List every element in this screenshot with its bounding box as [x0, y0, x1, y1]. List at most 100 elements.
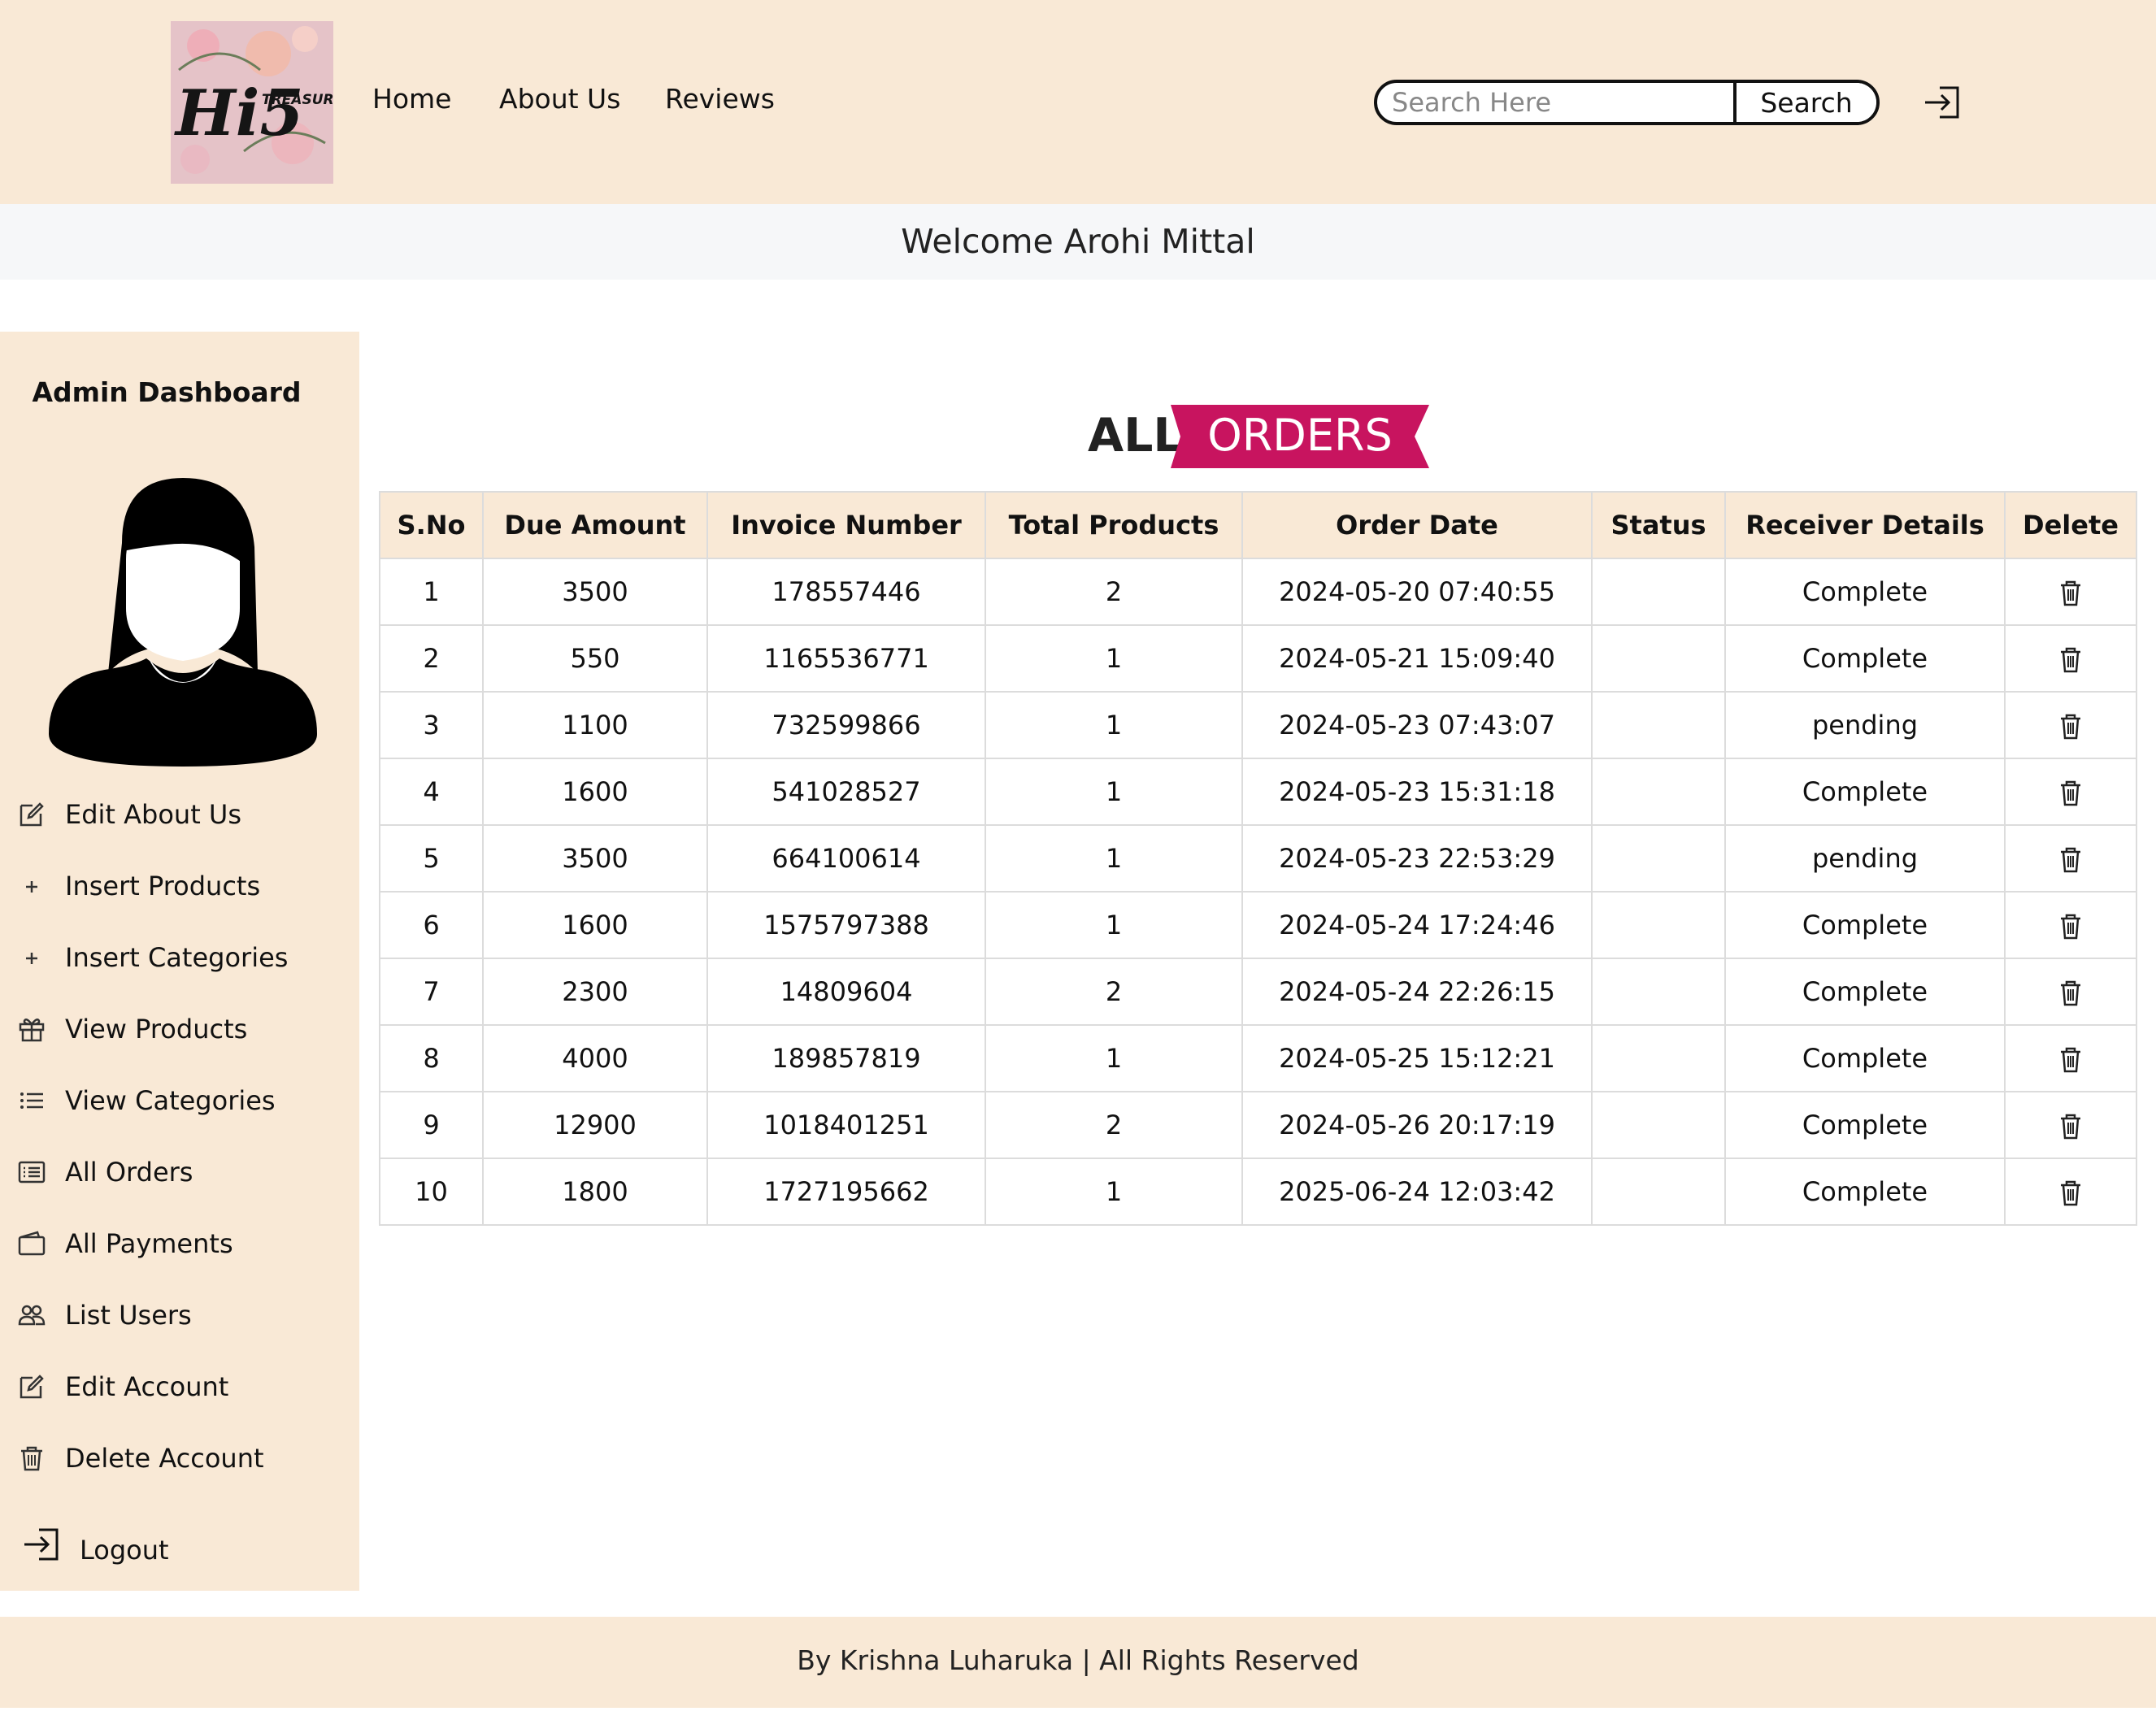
table-row: 10 1800 1727195662 1 2025-06-24 12:03:42 Comp… [379, 1158, 2137, 1226]
trash-icon[interactable] [2058, 1179, 2083, 1207]
cell-order-date: 2024-05-24 22:26:15 [1241, 958, 1593, 1026]
sidebar-item-label: Edit About Us [65, 799, 242, 830]
cell-sno: 10 [379, 1158, 484, 1226]
column-header-receiver-details: Receiver Details [1724, 491, 2006, 559]
trash-icon[interactable] [2058, 913, 2083, 940]
admin-sidebar: Admin Dashboard Edit About Us Insert Pro… [0, 332, 359, 1591]
cell-sno: 9 [379, 1091, 484, 1159]
cell-delete [2004, 1091, 2137, 1159]
sidebar-item-all-payments[interactable]: All Payments [0, 1222, 359, 1270]
sidebar-item-list-users[interactable]: List Users [0, 1293, 359, 1342]
nav-home[interactable]: Home [372, 83, 451, 115]
trash-icon[interactable] [2058, 846, 2083, 874]
sidebar-item-label: All Payments [65, 1228, 233, 1259]
sidebar-item-delete-account[interactable]: Delete Account [0, 1436, 359, 1485]
table-header-row: S.No Due Amount Invoice Number Total Pro… [379, 491, 2137, 559]
trash-icon[interactable] [2058, 713, 2083, 741]
cell-status [1591, 1091, 1726, 1159]
trash-icon[interactable] [2058, 780, 2083, 807]
plus-icon [26, 881, 37, 893]
search-input[interactable] [1377, 83, 1733, 122]
sidebar-item-edit-about-us[interactable]: Edit About Us [0, 793, 359, 841]
sidebar-item-edit-account[interactable]: Edit Account [0, 1365, 359, 1414]
cell-due-amount: 1100 [482, 691, 708, 759]
cell-due-amount: 2300 [482, 958, 708, 1026]
cell-invoice-number: 178557446 [706, 558, 986, 626]
cell-receiver-details: Complete [1724, 1091, 2006, 1159]
cell-due-amount: 4000 [482, 1024, 708, 1092]
sidebar-item-view-products[interactable]: View Products [0, 1007, 359, 1056]
wallet-icon [18, 1231, 46, 1256]
sidebar-item-view-categories[interactable]: View Categories [0, 1079, 359, 1127]
column-header-status: Status [1591, 491, 1726, 559]
cell-order-date: 2024-05-24 17:24:46 [1241, 891, 1593, 959]
login-icon[interactable] [1922, 85, 1963, 120]
search-form: Search [1374, 80, 1880, 125]
nav-about-us[interactable]: About Us [499, 83, 620, 115]
sidebar-item-all-orders[interactable]: All Orders [0, 1150, 359, 1199]
table-row: 1 3500 178557446 2 2024-05-20 07:40:55 Comple… [379, 558, 2137, 626]
sidebar-item-label: Insert Products [65, 871, 261, 901]
column-header-order-date: Order Date [1241, 491, 1593, 559]
cell-due-amount: 3500 [482, 558, 708, 626]
site-footer: By Krishna Luharuka | All Rights Reserve… [0, 1617, 2156, 1708]
search-button[interactable]: Search [1733, 83, 1876, 122]
nav-reviews[interactable]: Reviews [665, 83, 775, 115]
sidebar-item-label: View Products [65, 1014, 248, 1045]
edit-icon [20, 802, 44, 827]
people-icon [18, 1305, 46, 1326]
edit-icon [20, 1375, 44, 1399]
cell-sno: 7 [379, 958, 484, 1026]
cell-order-date: 2024-05-25 15:12:21 [1241, 1024, 1593, 1092]
cell-delete [2004, 824, 2137, 893]
trash-icon[interactable] [2058, 979, 2083, 1007]
logout-icon [24, 1528, 59, 1561]
cell-total-products: 1 [985, 691, 1243, 759]
cell-status [1591, 1158, 1726, 1226]
cell-order-date: 2024-05-23 22:53:29 [1241, 824, 1593, 893]
table-row: 6 1600 1575797388 1 2024-05-24 17:24:46 Compl… [379, 891, 2137, 959]
table-row: 4 1600 541028527 1 2024-05-23 15:31:18 Comple… [379, 758, 2137, 826]
cell-sno: 1 [379, 558, 484, 626]
sidebar-item-insert-categories[interactable]: Insert Categories [0, 936, 359, 984]
trash-icon[interactable] [2058, 646, 2083, 674]
table-row: 7 2300 14809604 2 2024-05-24 22:26:15 Complet… [379, 958, 2137, 1026]
sidebar-item-label: Edit Account [65, 1371, 229, 1402]
column-header-invoice-number: Invoice Number [706, 491, 986, 559]
sidebar-item-label: Delete Account [65, 1443, 264, 1474]
logout-label: Logout [80, 1535, 169, 1566]
cell-total-products: 1 [985, 1024, 1243, 1092]
cell-delete [2004, 1024, 2137, 1092]
cell-due-amount: 1600 [482, 758, 708, 826]
cell-due-amount: 1800 [482, 1158, 708, 1226]
cell-sno: 5 [379, 824, 484, 893]
site-logo[interactable]: Hi5 TREASURES [171, 21, 333, 184]
cell-total-products: 1 [985, 824, 1243, 893]
column-header-total-products: Total Products [985, 491, 1243, 559]
cell-total-products: 1 [985, 891, 1243, 959]
cell-receiver-details: Complete [1724, 958, 2006, 1026]
cell-delete [2004, 624, 2137, 693]
trash-icon [21, 1446, 42, 1471]
cell-receiver-details: Complete [1724, 558, 2006, 626]
sidebar-item-insert-products[interactable]: Insert Products [0, 864, 359, 913]
welcome-bar: Welcome Arohi Mittal [0, 204, 2156, 280]
cell-delete [2004, 891, 2137, 959]
cell-total-products: 2 [985, 958, 1243, 1026]
cell-invoice-number: 14809604 [706, 958, 986, 1026]
cell-delete [2004, 1158, 2137, 1226]
cell-invoice-number: 1575797388 [706, 891, 986, 959]
trash-icon[interactable] [2058, 1046, 2083, 1074]
table-row: 5 3500 664100614 1 2024-05-23 22:53:29 pendin… [379, 824, 2137, 893]
cell-sno: 4 [379, 758, 484, 826]
cell-delete [2004, 758, 2137, 826]
sidebar-item-label: All Orders [65, 1157, 193, 1188]
trash-icon[interactable] [2058, 1113, 2083, 1140]
cell-receiver-details: Complete [1724, 624, 2006, 693]
sidebar-item-logout[interactable]: Logout [0, 1518, 359, 1575]
cell-status [1591, 824, 1726, 893]
page-title-all: ALL [1088, 409, 1183, 463]
cell-order-date: 2024-05-23 15:31:18 [1241, 758, 1593, 826]
trash-icon[interactable] [2058, 580, 2083, 607]
orders-table-body: 1 3500 178557446 2 2024-05-20 07:40:55 Comple… [379, 558, 2137, 1226]
